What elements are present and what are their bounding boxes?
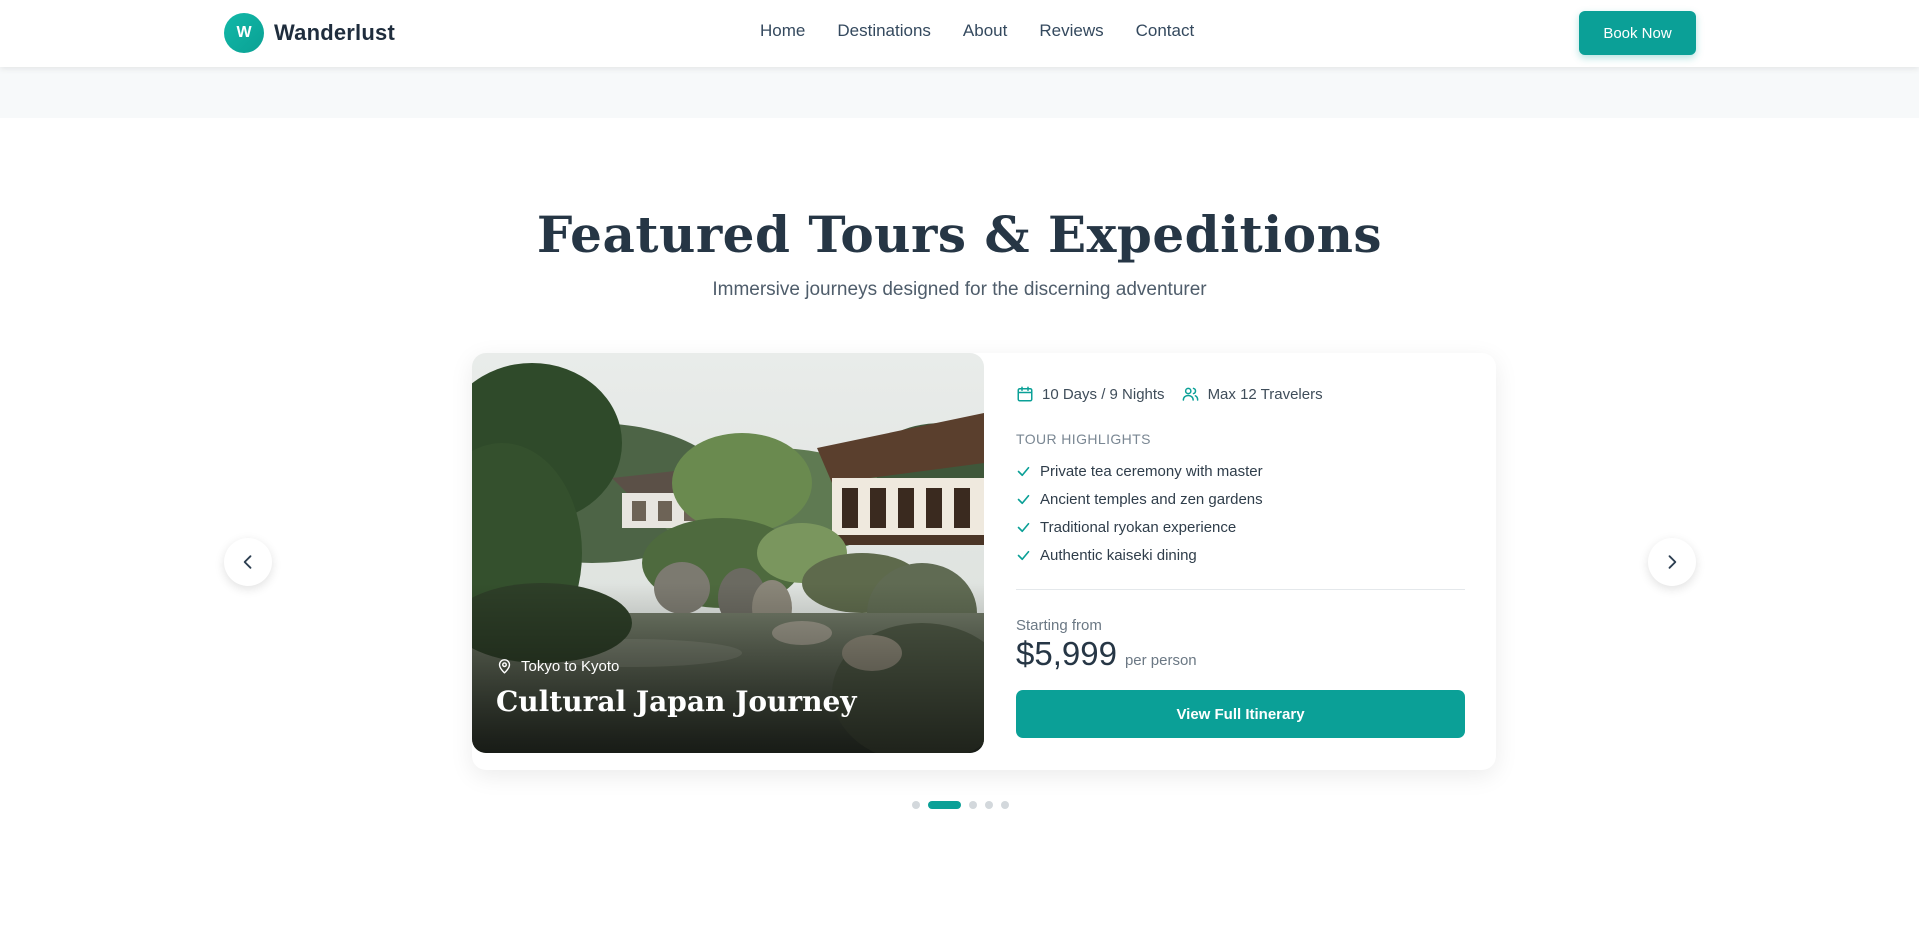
nav-link-contact[interactable]: Contact <box>1136 21 1195 41</box>
carousel-dot[interactable] <box>912 801 920 809</box>
price-value: $5,999 <box>1016 635 1117 672</box>
highlight-item: Traditional ryokan experience <box>1016 513 1263 541</box>
check-icon <box>1017 494 1030 504</box>
price-row: $5,999 per person <box>1016 635 1197 673</box>
logo[interactable]: W Wanderlust <box>224 13 395 53</box>
tour-name: Cultural Japan Journey <box>496 685 857 718</box>
carousel-prev-button[interactable] <box>224 538 272 586</box>
map-pin-icon <box>498 659 511 674</box>
tour-location-text: Tokyo to Kyoto <box>521 658 620 675</box>
price-unit: per person <box>1124 652 1197 669</box>
divider <box>1016 589 1465 590</box>
check-icon <box>1017 466 1030 476</box>
carousel-dot[interactable] <box>1001 801 1009 809</box>
tour-duration-text: 10 Days / 9 Nights <box>1042 385 1165 403</box>
nav-link-reviews[interactable]: Reviews <box>1039 21 1103 41</box>
highlights-list: Private tea ceremony with master Ancient… <box>1016 457 1263 569</box>
tour-group-size: Max 12 Travelers <box>1181 385 1323 403</box>
highlights-heading: TOUR HIGHLIGHTS <box>1016 431 1151 447</box>
highlight-item: Ancient temples and zen gardens <box>1016 485 1263 513</box>
tour-group-size-text: Max 12 Travelers <box>1207 385 1323 403</box>
nav-link-about[interactable]: About <box>963 21 1007 41</box>
chevron-left-icon <box>243 555 252 569</box>
section-subtitle: Immersive journeys designed for the disc… <box>712 279 1207 300</box>
navbar: W Wanderlust Home Destinations About Rev… <box>0 0 1919 67</box>
highlight-item: Authentic kaiseki dining <box>1016 541 1263 569</box>
carousel-dot[interactable] <box>928 801 961 809</box>
tour-duration: 10 Days / 9 Nights <box>1016 385 1165 403</box>
check-icon <box>1017 550 1030 560</box>
logo-mark: W <box>224 13 264 53</box>
calendar-icon <box>1017 386 1033 402</box>
chevron-right-icon <box>1668 555 1677 569</box>
tour-image: Tokyo to Kyoto Cultural Japan Journey <box>472 353 984 753</box>
tour-meta: 10 Days / 9 Nights Max 12 Travelers <box>1016 385 1339 403</box>
carousel-dot[interactable] <box>985 801 993 809</box>
carousel-next-button[interactable] <box>1648 538 1696 586</box>
highlight-text: Traditional ryokan experience <box>1040 518 1237 536</box>
check-icon <box>1017 522 1030 532</box>
main-nav: Home Destinations About Reviews Contact <box>760 21 1226 41</box>
highlight-text: Private tea ceremony with master <box>1040 462 1263 480</box>
users-icon <box>1182 387 1198 401</box>
carousel-dot[interactable] <box>969 801 977 809</box>
nav-link-home[interactable]: Home <box>760 21 805 41</box>
tour-details: 10 Days / 9 Nights Max 12 Travelers TOUR… <box>1016 353 1465 770</box>
tour-card: Tokyo to Kyoto Cultural Japan Journey 10… <box>472 353 1496 770</box>
nav-link-destinations[interactable]: Destinations <box>837 21 931 41</box>
carousel-pagination <box>912 801 1017 809</box>
hero-band <box>0 67 1919 118</box>
price-label: Starting from <box>1016 617 1102 634</box>
tour-location: Tokyo to Kyoto <box>496 658 619 675</box>
section-title: Featured Tours & Expeditions <box>536 205 1383 264</box>
view-itinerary-button[interactable]: View Full Itinerary <box>1016 690 1465 738</box>
highlight-text: Ancient temples and zen gardens <box>1040 490 1263 508</box>
highlight-item: Private tea ceremony with master <box>1016 457 1263 485</box>
highlight-text: Authentic kaiseki dining <box>1040 546 1197 564</box>
book-now-button[interactable]: Book Now <box>1579 11 1696 55</box>
logo-text: Wanderlust <box>274 20 395 45</box>
